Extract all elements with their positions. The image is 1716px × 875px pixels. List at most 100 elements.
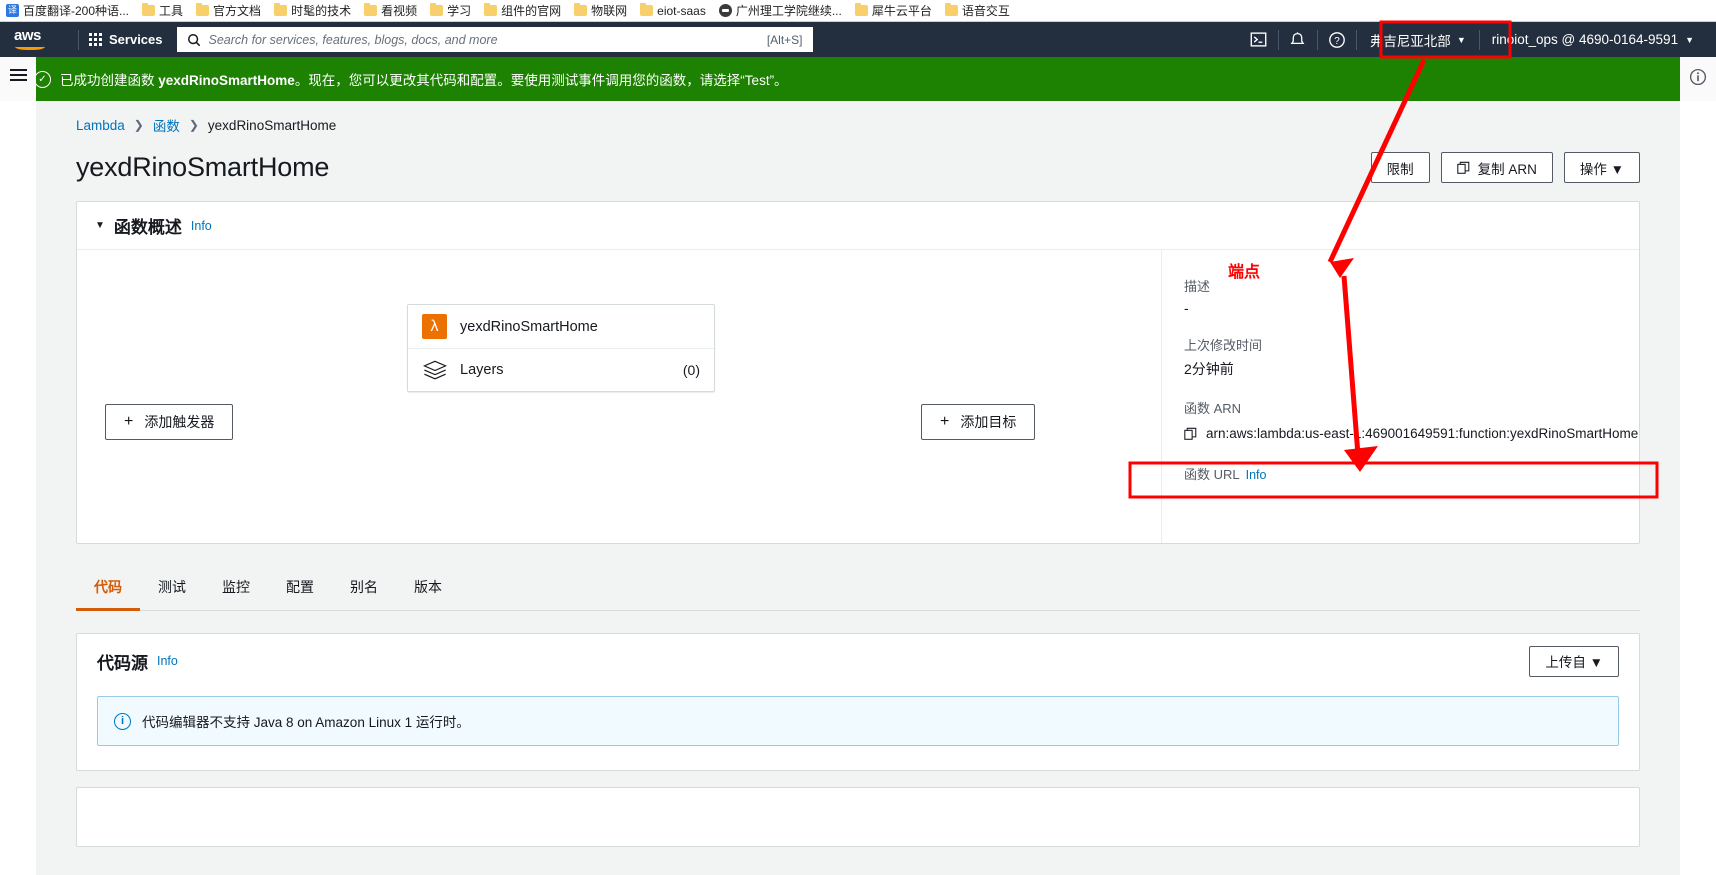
- info-icon: i: [114, 712, 131, 730]
- runtime-alert-text: 代码编辑器不支持 Java 8 on Amazon Linux 1 运行时。: [142, 715, 470, 730]
- function-card-name-row: λ yexdRinoSmartHome: [408, 305, 714, 348]
- breadcrumb-lambda[interactable]: Lambda: [76, 118, 125, 133]
- function-url-field: 函数 URL Info -: [1174, 464, 1639, 504]
- add-trigger-label: 添加触发器: [144, 414, 215, 430]
- plus-icon: +: [940, 413, 950, 430]
- runtime-settings-panel: [76, 787, 1640, 847]
- function-arn-value-row[interactable]: arn:aws:lambda:us-east-1:469001649591:fu…: [1184, 422, 1639, 445]
- bookmark-label: 语音交互: [961, 4, 1010, 18]
- upload-from-button[interactable]: 上传自 ▼: [1529, 645, 1619, 677]
- actions-label: 操作 ▼: [1579, 161, 1624, 177]
- svg-text:?: ?: [1334, 35, 1340, 46]
- help-panel-toggle[interactable]: [1680, 57, 1716, 101]
- account-menu[interactable]: rinoiot_ops @ 4690-0164-9591 ▼: [1480, 22, 1706, 57]
- bookmark-item[interactable]: 广州理工学院继续...: [718, 2, 842, 19]
- bookmark-item[interactable]: 看视频: [364, 2, 417, 19]
- lambda-icon: λ: [422, 314, 447, 339]
- folder-icon: [944, 3, 958, 16]
- function-details: 描述 - 上次修改时间 2分钟前 函数 ARN arn:aws:lambda:u…: [1161, 250, 1639, 543]
- info-link[interactable]: Info: [157, 654, 178, 668]
- bell-icon[interactable]: [1279, 22, 1317, 57]
- code-source-header: 代码源 Info 上传自 ▼: [77, 634, 1639, 688]
- bookmark-label: 组件的官网: [501, 4, 562, 18]
- folder-icon: [142, 3, 156, 16]
- tab-test[interactable]: 测试: [140, 564, 204, 611]
- function-card: λ yexdRinoSmartHome Layers (0): [407, 304, 715, 392]
- check-circle-icon: ✓: [34, 70, 51, 88]
- function-overview-panel: ▼ 函数概述 Info λ yexdRinoSmartHome Layers (…: [76, 201, 1640, 544]
- function-tabs: 代码 测试 监控 配置 别名 版本: [76, 564, 1640, 611]
- info-circle-icon: [1689, 68, 1707, 86]
- bookmark-label: 学习: [447, 4, 472, 18]
- upload-from-label: 上传自 ▼: [1545, 655, 1603, 670]
- bookmark-item[interactable]: 物联网: [574, 2, 627, 19]
- bookmark-item[interactable]: 官方文档: [196, 2, 261, 19]
- function-arn-field: 函数 ARN arn:aws:lambda:us-east-1:46900164…: [1174, 398, 1639, 445]
- tab-aliases[interactable]: 别名: [332, 564, 396, 611]
- function-arn-label: 函数 ARN: [1184, 401, 1242, 416]
- tab-monitor[interactable]: 监控: [204, 564, 268, 611]
- throttle-button[interactable]: 限制: [1370, 152, 1430, 183]
- bookmark-item[interactable]: 时髦的技术: [274, 2, 351, 19]
- sidebar-toggle[interactable]: [0, 57, 36, 101]
- copy-icon[interactable]: [1184, 427, 1197, 441]
- bookmark-item[interactable]: 组件的官网: [484, 2, 561, 19]
- folder-icon: [640, 3, 654, 16]
- collapse-triangle-icon[interactable]: ▼: [95, 220, 105, 231]
- folder-icon: [574, 3, 588, 16]
- diagram-canvas: λ yexdRinoSmartHome Layers (0) + 添加触发器 +…: [97, 276, 1141, 446]
- bookmark-item[interactable]: 译 百度翻译-200种语...: [6, 2, 129, 19]
- add-trigger-button[interactable]: + 添加触发器: [105, 404, 234, 440]
- function-overview-body: λ yexdRinoSmartHome Layers (0) + 添加触发器 +…: [77, 250, 1639, 543]
- add-destination-button[interactable]: + 添加目标: [921, 404, 1036, 440]
- folder-icon: [196, 3, 210, 16]
- function-card-name: yexdRinoSmartHome: [460, 318, 598, 335]
- bookmark-label: 犀牛云平台: [871, 4, 932, 18]
- actions-button[interactable]: 操作 ▼: [1563, 152, 1640, 183]
- folder-icon: [484, 3, 498, 16]
- throttle-label: 限制: [1386, 161, 1414, 177]
- add-trigger-container: + 添加触发器: [105, 404, 234, 440]
- folder-icon: [364, 3, 378, 16]
- bookmark-item[interactable]: 学习: [430, 2, 471, 19]
- chevron-right-icon: ❯: [133, 118, 144, 132]
- description-value: -: [1184, 300, 1189, 316]
- last-modified-field: 上次修改时间 2分钟前: [1174, 335, 1639, 379]
- search-shortcut: [Alt+S]: [766, 32, 803, 47]
- bookmark-item[interactable]: 语音交互: [944, 2, 1010, 19]
- info-link[interactable]: Info: [1246, 468, 1267, 482]
- tab-versions[interactable]: 版本: [396, 564, 460, 611]
- bookmark-item[interactable]: 犀牛云平台: [854, 2, 932, 19]
- header-actions: 限制 复制 ARN 操作 ▼: [1370, 152, 1640, 183]
- bookmark-label: 官方文档: [213, 4, 262, 18]
- bookmark-item[interactable]: 工具: [142, 2, 183, 19]
- function-card-layers-row[interactable]: Layers (0): [408, 348, 714, 391]
- function-overview-title: 函数概述: [113, 218, 182, 237]
- aws-logo[interactable]: aws: [14, 28, 56, 51]
- runtime-alert: i 代码编辑器不支持 Java 8 on Amazon Linux 1 运行时。: [97, 696, 1619, 746]
- search-input[interactable]: Search for services, features, blogs, do…: [176, 27, 813, 52]
- copy-arn-label: 复制 ARN: [1477, 161, 1537, 177]
- page-title: yexdRinoSmartHome: [76, 152, 330, 182]
- bookmark-label: 百度翻译-200种语...: [23, 4, 130, 18]
- globe-icon: [718, 4, 732, 17]
- top-nav-right: ? 弗吉尼亚北部 ▼ rinoiot_ops @ 4690-0164-9591 …: [1240, 22, 1706, 57]
- copy-arn-button[interactable]: 复制 ARN: [1440, 152, 1553, 183]
- account-label: rinoiot_ops @ 4690-0164-9591: [1491, 32, 1679, 47]
- flash-prefix: 已成功创建函数: [60, 73, 159, 88]
- cloudshell-icon[interactable]: [1240, 22, 1278, 57]
- bookmark-item[interactable]: eiot-saas: [640, 3, 706, 18]
- folder-icon: [274, 3, 288, 16]
- last-modified-value: 2分钟前: [1184, 361, 1234, 377]
- tab-code[interactable]: 代码: [76, 564, 140, 611]
- region-selector[interactable]: 弗吉尼亚北部 ▼: [1357, 22, 1479, 57]
- info-link[interactable]: Info: [191, 219, 212, 233]
- folder-icon: [854, 3, 868, 16]
- flash-message: 已成功创建函数 yexdRinoSmartHome。现在，您可以更改其代码和配置…: [60, 69, 788, 89]
- services-label: Services: [109, 32, 163, 47]
- tab-configuration[interactable]: 配置: [268, 564, 332, 611]
- bookmark-label: 物联网: [591, 4, 628, 18]
- services-menu-button[interactable]: Services: [89, 32, 163, 47]
- help-icon[interactable]: ?: [1318, 22, 1356, 57]
- breadcrumb-functions[interactable]: 函数: [153, 115, 180, 135]
